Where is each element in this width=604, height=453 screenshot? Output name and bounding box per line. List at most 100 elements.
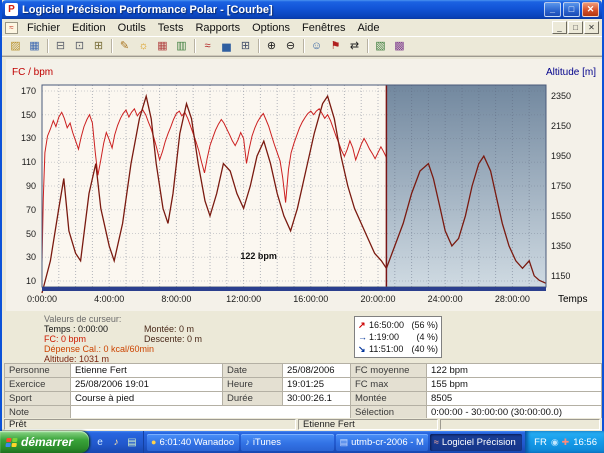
right-axis-title: Altitude [m] (546, 67, 596, 78)
maximize-button[interactable]: □ (563, 2, 580, 17)
zone-arrow-icon: → (358, 331, 367, 343)
print-icon[interactable]: ⊟ (51, 38, 70, 55)
compare-icon[interactable]: ⇄ (345, 38, 364, 55)
hr-zone-summary-box: ↗16:50:00(56 %)→1:19:00(4 %)↘11:51:00(40… (354, 316, 442, 358)
save-icon[interactable]: ▦ (25, 38, 44, 55)
report-summary-icon[interactable]: ▩ (390, 38, 409, 55)
right-axis-tick: 2150 (551, 121, 571, 131)
menu-item-fenetres[interactable]: Fenêtres (296, 21, 351, 35)
left-axis-tick: 170 (6, 86, 36, 96)
bar-chart-icon[interactable]: ▅ (217, 38, 236, 55)
zoom-in-icon[interactable]: ⊕ (262, 38, 281, 55)
menu-item-aide[interactable]: Aide (351, 21, 385, 35)
left-axis-tick: 110 (6, 157, 36, 167)
zone-time: 11:51:00 (369, 343, 409, 355)
zoom-out-icon[interactable]: ⊖ (281, 38, 300, 55)
left-axis-title: FC / bpm (12, 67, 53, 78)
task-word-utmb[interactable]: ▤utmb-cr-2006 - Micro... (336, 434, 428, 451)
cursor-values-header: Valeurs de curseur: (44, 314, 154, 324)
zone-percent: (56 %) (411, 319, 438, 331)
cursor-descent-value: Descente: 0 m (144, 334, 202, 344)
zone-arrow-icon: ↗ (358, 319, 367, 331)
chart-canvas[interactable] (6, 59, 602, 311)
table-row-exercice: Exercice 25/08/2006 19:01 Heure 19:01:25… (5, 378, 602, 392)
window-controls: _□✕ (544, 2, 599, 17)
tray-icons: ◉✚ (551, 438, 569, 447)
zone-arrow-icon: ↘ (358, 343, 367, 355)
open-icon[interactable]: ▨ (6, 38, 25, 55)
keyboard-language-indicator[interactable]: FR (534, 437, 547, 448)
mdi-document-icon[interactable]: ≈ (5, 22, 18, 34)
app-window: P Logiciel Précision Performance Polar -… (0, 0, 604, 431)
copy-icon[interactable]: ⊡ (70, 38, 89, 55)
task-itunes[interactable]: ♪iTunes (241, 434, 333, 451)
value-exercice: 25/08/2006 19:01 (71, 378, 223, 392)
menu-item-edition[interactable]: Edition (66, 21, 112, 35)
menu-item-options[interactable]: Options (246, 21, 296, 35)
minimize-button[interactable]: _ (544, 2, 561, 17)
label-fc-moyenne: FC moyenne (351, 364, 427, 378)
edit-icon[interactable]: ✎ (115, 38, 134, 55)
clock[interactable]: 16:56 (573, 437, 597, 448)
value-note[interactable] (71, 406, 351, 419)
close-button[interactable]: ✕ (582, 2, 599, 17)
network-tray-icon[interactable]: ◉ (551, 438, 559, 447)
right-axis-tick: 2350 (551, 91, 571, 101)
cursor-values-panel: Valeurs de curseur: Temps : 0:00:00 FC: … (6, 312, 602, 362)
toolbar-separator (258, 39, 259, 53)
x-axis-tick: 12:00:00 (220, 294, 268, 304)
status-ready: Prêt (4, 419, 296, 430)
value-montee: 8505 (427, 392, 602, 406)
task-polar-icon: ≈ (434, 437, 439, 447)
zone-row-1: →1:19:00(4 %) (358, 331, 438, 343)
task-wanadoo[interactable]: ●6:01:40 Wanadoo (147, 434, 239, 451)
start-button[interactable]: démarrer (0, 431, 89, 453)
right-axis-tick: 1950 (551, 151, 571, 161)
value-fc-max: 155 bpm (427, 378, 602, 392)
menu-item-fichier[interactable]: Fichier (21, 21, 66, 35)
lamp-icon[interactable]: ☼ (134, 38, 153, 55)
calendar-icon[interactable]: ▦ (153, 38, 172, 55)
diary-icon[interactable]: ▥ (172, 38, 191, 55)
antivirus-tray-icon[interactable]: ✚ (562, 438, 570, 447)
paste-icon[interactable]: ⊞ (89, 38, 108, 55)
media-quicklaunch-icon[interactable]: ♪ (109, 435, 123, 449)
toolbar-separator (194, 39, 195, 53)
taskbar: démarrer e♪▤ ●6:01:40 Wanadoo♪iTunes▤utm… (0, 431, 604, 453)
mdi-workspace: FC / bpmAltitude [m]17015013011090705030… (2, 56, 602, 418)
cursor-calories-value: Dépense Cal.: 0 kcal/60min (44, 344, 154, 354)
mdi-window-controls: _□✕ (551, 21, 599, 34)
task-polar[interactable]: ≈Logiciel Précision Perf... (430, 434, 522, 451)
x-axis-tick: 8:00:00 (152, 294, 200, 304)
app-icon: P (5, 3, 18, 16)
start-button-label: démarrer (21, 435, 73, 449)
ie-quicklaunch-icon[interactable]: e (93, 435, 107, 449)
x-axis-tick: 20:00:00 (354, 294, 402, 304)
menu-item-rapports[interactable]: Rapports (189, 21, 246, 35)
desktop-screen: P Logiciel Précision Performance Polar -… (0, 0, 604, 453)
label-sport: Sport (5, 392, 71, 406)
windows-logo-icon (5, 438, 17, 447)
menu-item-outils[interactable]: Outils (112, 21, 152, 35)
table-view-icon[interactable]: ⊞ (236, 38, 255, 55)
mdi-restore-button[interactable]: □ (568, 21, 583, 34)
average-hr-annotation: 122 bpm (240, 251, 277, 261)
menu-item-tests[interactable]: Tests (152, 21, 190, 35)
task-itunes-icon: ♪ (245, 437, 250, 447)
cursor-time-value: Temps : 0:00:00 (44, 324, 154, 334)
desktop-quicklaunch-icon[interactable]: ▤ (125, 435, 139, 449)
person-icon[interactable]: ☺ (307, 38, 326, 55)
system-tray: FR ◉✚ 16:56 (525, 431, 604, 453)
curve-view-icon[interactable]: ≈ (198, 38, 217, 55)
task-wanadoo-label: 6:01:40 Wanadoo (159, 437, 234, 448)
right-axis-tick: 1550 (551, 211, 571, 221)
task-itunes-label: iTunes (253, 437, 281, 448)
label-selection: Sélection (351, 406, 427, 419)
value-duree: 30:00:26.1 (283, 392, 351, 406)
mdi-close-button[interactable]: ✕ (584, 21, 599, 34)
exercise-icon[interactable]: ⚑ (326, 38, 345, 55)
toolbar-separator (47, 39, 48, 53)
report-chart-icon[interactable]: ▧ (371, 38, 390, 55)
mdi-minimize-button[interactable]: _ (552, 21, 567, 34)
title-bar[interactable]: P Logiciel Précision Performance Polar -… (2, 0, 602, 19)
